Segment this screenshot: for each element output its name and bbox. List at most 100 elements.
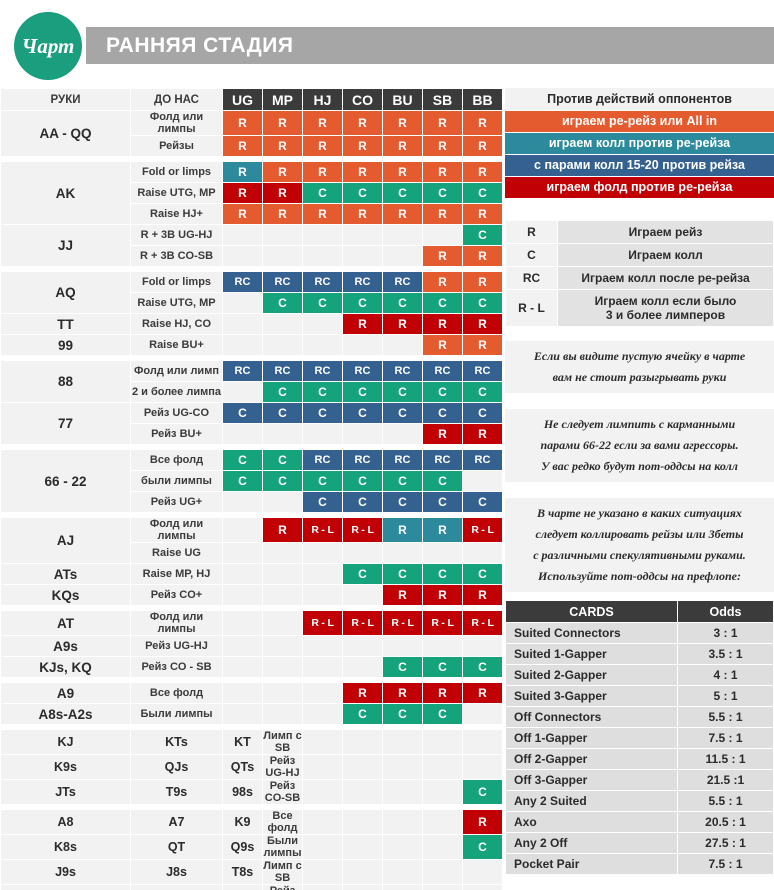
hand-label: K9 xyxy=(222,809,263,835)
action-label: Рейз CO-SB xyxy=(262,779,303,805)
action-cell xyxy=(262,584,303,606)
action-cell: C xyxy=(382,563,423,585)
legend-symbol: R xyxy=(505,220,558,244)
action-cell: R xyxy=(422,423,463,445)
action-cell: R xyxy=(422,334,463,356)
action-cell: R xyxy=(342,203,383,225)
action-cell: R - L xyxy=(422,610,463,636)
action-label: R + 3B CO-SB xyxy=(130,245,223,267)
hand-label: QT xyxy=(130,834,223,860)
legend-row: R Играем рейз xyxy=(505,220,774,244)
action-cell xyxy=(222,381,263,403)
action-cell: C xyxy=(302,491,343,513)
action-cell: C xyxy=(382,182,423,204)
action-cell: C xyxy=(422,292,463,314)
action-label: Рейз BU+ xyxy=(130,423,223,445)
action-cell xyxy=(462,635,503,657)
action-cell xyxy=(262,224,303,246)
action-cell xyxy=(422,779,463,805)
grid-row: TT Raise HJ, CO R R R R xyxy=(0,313,503,335)
legend-symbol: C xyxy=(505,243,558,267)
action-cell xyxy=(302,729,343,755)
grid-row: ATs Raise MP, HJ C C C C xyxy=(0,563,503,585)
action-cell xyxy=(262,703,303,725)
action-cell: C xyxy=(302,381,343,403)
action-cell: C xyxy=(462,656,503,678)
action-label: Рейз UG+ xyxy=(130,491,223,513)
hand-label: K9s xyxy=(0,754,131,780)
action-label: Raise UG xyxy=(130,542,223,564)
action-label: Рейзы xyxy=(130,135,223,157)
hand-label: 98s xyxy=(222,779,263,805)
header-position-ug: UG xyxy=(222,88,263,111)
action-cell: C xyxy=(422,470,463,492)
action-cell xyxy=(222,423,263,445)
action-label: Raise UTG, MP xyxy=(130,292,223,314)
action-label: Лимп с SB xyxy=(262,859,303,885)
action-cell xyxy=(342,809,383,835)
action-cell: RC xyxy=(422,449,463,471)
action-cell xyxy=(422,729,463,755)
action-cell: C xyxy=(462,292,503,314)
hand-label: K8s xyxy=(0,834,131,860)
reference-column: Против действий оппонентов играем ре-рей… xyxy=(500,88,774,890)
action-cell xyxy=(302,334,343,356)
action-cell xyxy=(222,224,263,246)
action-cell: RC xyxy=(462,360,503,382)
action-cell: C xyxy=(462,834,503,860)
action-cell: C xyxy=(382,292,423,314)
action-cell: C xyxy=(462,224,503,246)
action-cell xyxy=(422,542,463,564)
action-cell: C xyxy=(342,491,383,513)
action-label: Raise HJ+ xyxy=(130,203,223,225)
action-cell: R xyxy=(382,584,423,606)
action-cell: C xyxy=(302,292,343,314)
hand-label: KTs xyxy=(130,729,223,755)
action-cell: RC xyxy=(422,360,463,382)
action-cell xyxy=(382,245,423,267)
action-cell: R xyxy=(382,203,423,225)
action-cell: R - L xyxy=(302,610,343,636)
action-cell: R xyxy=(302,110,343,136)
action-cell xyxy=(302,224,343,246)
note-text: Если вы видите пустую ячейку в чарте вам … xyxy=(505,341,774,393)
action-cell: R - L xyxy=(342,517,383,543)
action-cell: C xyxy=(422,703,463,725)
action-cell xyxy=(422,635,463,657)
action-cell: C xyxy=(342,292,383,314)
odds-value: 5.5 : 1 xyxy=(677,790,774,812)
action-cell xyxy=(222,563,263,585)
action-cell: R xyxy=(462,809,503,835)
hand-label: AK xyxy=(0,161,131,225)
action-cell: R xyxy=(382,135,423,157)
action-cell xyxy=(302,563,343,585)
action-cell xyxy=(342,834,383,860)
hand-label: AJ xyxy=(0,517,131,564)
hand-label: AA - QQ xyxy=(0,110,131,157)
legend-symbol: RC xyxy=(505,266,558,290)
odds-value: 7.5 : 1 xyxy=(677,853,774,875)
action-cell: R xyxy=(422,313,463,335)
action-cell xyxy=(302,834,343,860)
action-cell xyxy=(462,884,503,890)
hand-label: TT xyxy=(0,313,131,335)
action-label: Были лимпы xyxy=(262,834,303,860)
grid-row: AJ Фолд или лимпы R R - LR - LRRR - L xyxy=(0,517,503,564)
hand-label: JT xyxy=(0,884,131,890)
legend-band: играем ре-рейз или All in xyxy=(505,111,774,132)
odds-row: Suited 2-Gapper 4 : 1 xyxy=(505,664,774,686)
hand-label: J9s xyxy=(0,859,131,885)
odds-row: Off 1-Gapper 7.5 : 1 xyxy=(505,727,774,749)
action-cell xyxy=(222,517,263,543)
action-cell xyxy=(222,542,263,564)
action-cell: C xyxy=(342,402,383,424)
action-cell: R xyxy=(462,682,503,704)
odds-row: Suited 3-Gapper 5 : 1 xyxy=(505,685,774,707)
action-cell: R xyxy=(422,271,463,293)
action-cell: R - L xyxy=(462,610,503,636)
action-cell xyxy=(462,754,503,780)
action-cell: C xyxy=(382,491,423,513)
action-cell: R xyxy=(262,110,303,136)
action-label: Все фолд xyxy=(262,809,303,835)
odds-value: 27.5 : 1 xyxy=(677,832,774,854)
